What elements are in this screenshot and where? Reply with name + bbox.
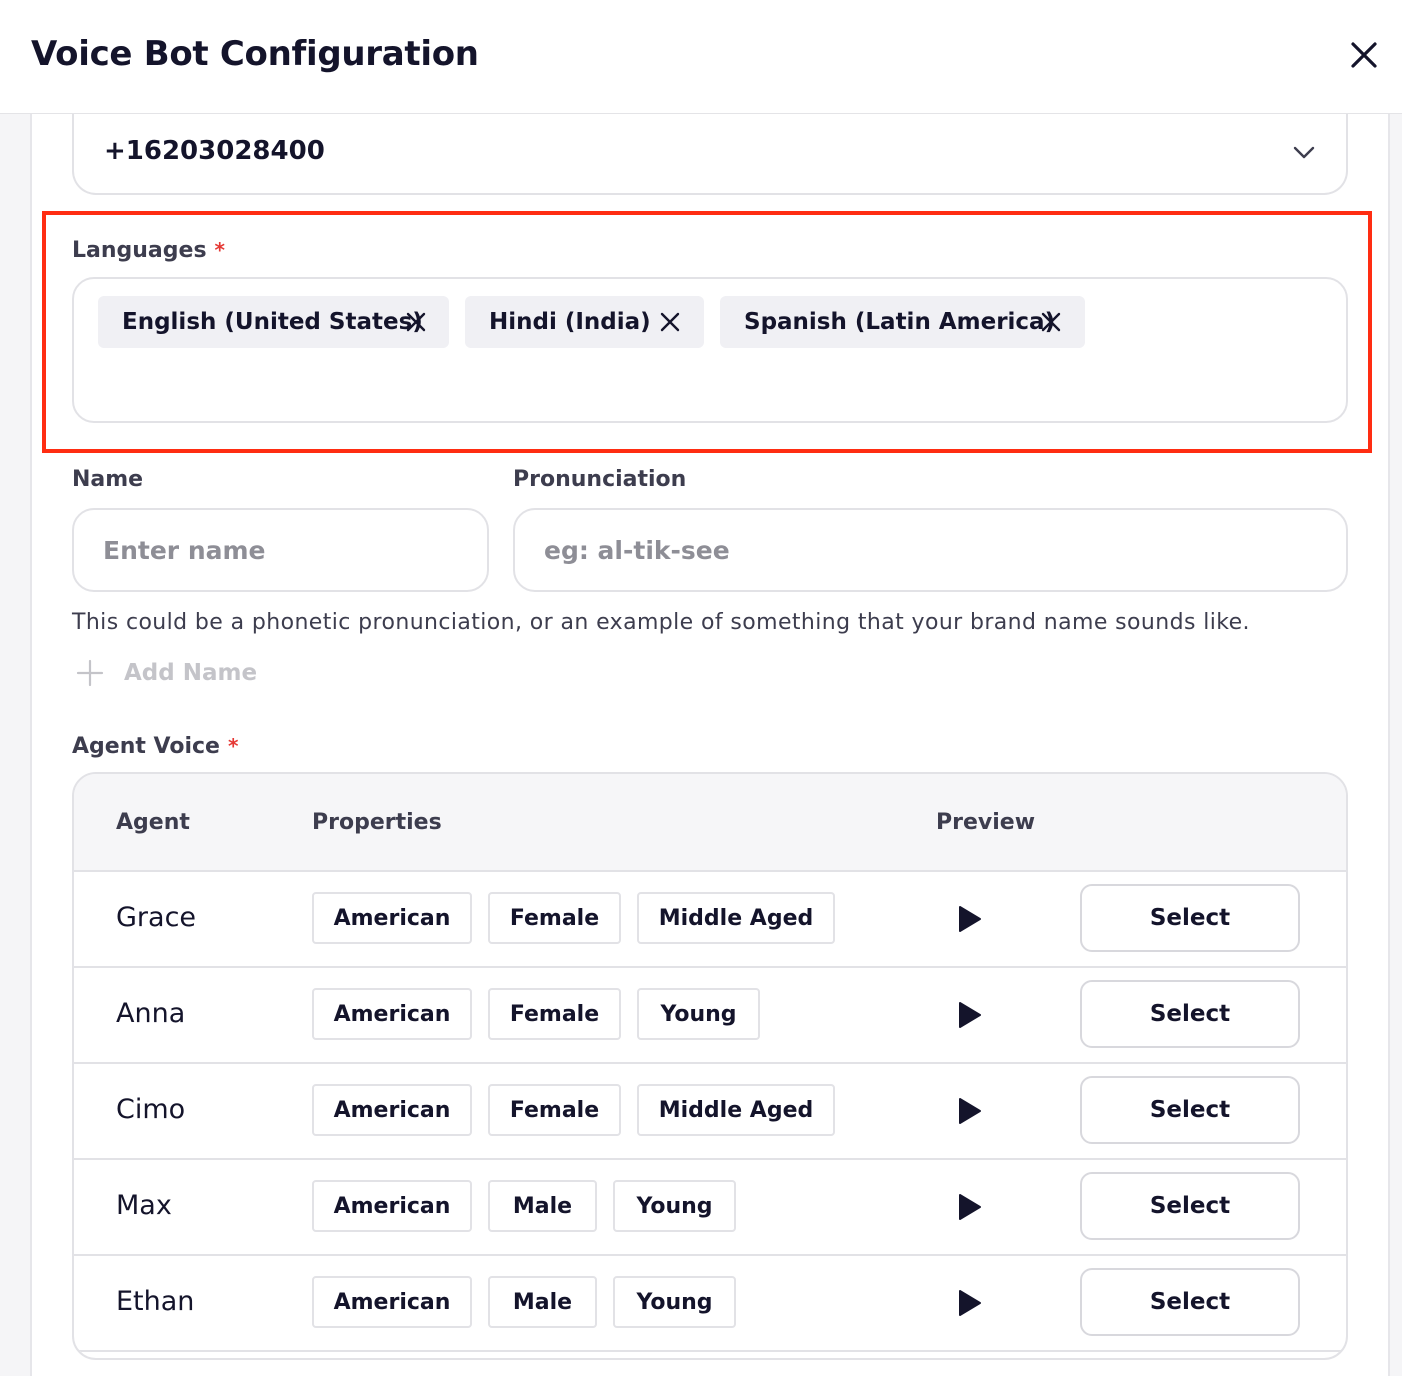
agent-name: Anna bbox=[116, 998, 186, 1029]
add-name-button[interactable]: Add Name bbox=[76, 656, 257, 690]
required-mark: * bbox=[227, 734, 239, 758]
table-row: Ethan American Male Young Select bbox=[74, 1256, 1346, 1352]
play-icon[interactable] bbox=[958, 1097, 982, 1125]
agent-voice-label: Agent Voice * bbox=[72, 734, 238, 759]
table-header: Agent Properties Preview bbox=[74, 774, 1346, 872]
property-tag: Young bbox=[637, 988, 760, 1040]
property-tag: Young bbox=[613, 1180, 736, 1232]
property-tag: Middle Aged bbox=[637, 892, 835, 944]
property-tag: American bbox=[312, 1084, 472, 1136]
property-tag: Female bbox=[488, 1084, 621, 1136]
select-button[interactable]: Select bbox=[1080, 1268, 1300, 1336]
dialog-title: Voice Bot Configuration bbox=[31, 34, 479, 74]
agent-voice-table: Agent Properties Preview Grace American … bbox=[72, 772, 1348, 1360]
agent-name: Cimo bbox=[116, 1094, 186, 1125]
property-tag: Male bbox=[488, 1180, 597, 1232]
column-preview: Preview bbox=[936, 810, 1036, 835]
pronunciation-input[interactable] bbox=[513, 508, 1348, 592]
property-tag: Male bbox=[488, 1276, 597, 1328]
close-icon bbox=[1351, 42, 1377, 68]
phone-number-select[interactable]: +16203028400 bbox=[72, 114, 1348, 195]
name-input[interactable] bbox=[72, 508, 489, 592]
play-icon[interactable] bbox=[958, 905, 982, 933]
property-tag: American bbox=[312, 1276, 472, 1328]
chevron-down-icon bbox=[1293, 146, 1315, 159]
property-tag: Middle Aged bbox=[637, 1084, 835, 1136]
agent-name: Ethan bbox=[116, 1286, 195, 1317]
table-row: Anna American Female Young Select bbox=[74, 968, 1346, 1064]
close-button[interactable] bbox=[1343, 34, 1385, 76]
right-gutter bbox=[1390, 114, 1402, 1376]
play-icon[interactable] bbox=[958, 1001, 982, 1029]
property-tag: American bbox=[312, 1180, 472, 1232]
plus-icon bbox=[76, 659, 104, 687]
languages-highlight-box bbox=[42, 211, 1372, 453]
play-icon[interactable] bbox=[958, 1193, 982, 1221]
property-tag: American bbox=[312, 988, 472, 1040]
left-gutter bbox=[0, 114, 30, 1376]
pronunciation-helper-text: This could be a phonetic pronunciation, … bbox=[72, 610, 1250, 635]
table-row: Cimo American Female Middle Aged Select bbox=[74, 1064, 1346, 1160]
agent-name: Max bbox=[116, 1190, 172, 1221]
agent-name: Grace bbox=[116, 902, 197, 933]
property-tag: American bbox=[312, 892, 472, 944]
add-name-label: Add Name bbox=[124, 660, 258, 686]
phone-number-value: +16203028400 bbox=[104, 136, 325, 166]
pronunciation-label: Pronunciation bbox=[513, 467, 687, 492]
property-tag: Female bbox=[488, 988, 621, 1040]
column-agent: Agent bbox=[116, 810, 190, 835]
name-label: Name bbox=[72, 467, 144, 492]
property-tag: Young bbox=[613, 1276, 736, 1328]
agent-voice-label-text: Agent Voice bbox=[72, 734, 220, 759]
property-tag: Female bbox=[488, 892, 621, 944]
column-properties: Properties bbox=[312, 810, 442, 835]
select-button[interactable]: Select bbox=[1080, 980, 1300, 1048]
select-button[interactable]: Select bbox=[1080, 884, 1300, 952]
select-button[interactable]: Select bbox=[1080, 1076, 1300, 1144]
table-row: Grace American Female Middle Aged Select bbox=[74, 872, 1346, 968]
play-icon[interactable] bbox=[958, 1289, 982, 1317]
dialog-header: Voice Bot Configuration bbox=[0, 0, 1402, 114]
select-button[interactable]: Select bbox=[1080, 1172, 1300, 1240]
table-row: Max American Male Young Select bbox=[74, 1160, 1346, 1256]
